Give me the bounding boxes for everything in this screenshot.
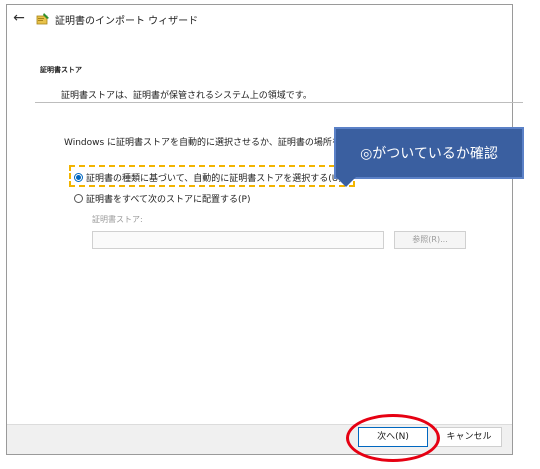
back-arrow-icon[interactable]: ← bbox=[11, 10, 27, 26]
section-heading: 証明書ストア bbox=[40, 66, 82, 74]
red-circle-annotation bbox=[346, 414, 440, 462]
store-label: 証明書ストア: bbox=[92, 215, 143, 224]
browse-button[interactable]: 参照(R)... bbox=[394, 231, 466, 249]
store-input[interactable] bbox=[92, 231, 384, 249]
radio-unselected-icon[interactable] bbox=[74, 194, 83, 203]
instruction-text: Windows に証明書ストアを自動的に選択させるか、証明書の場所を指定してくだ… bbox=[64, 138, 334, 148]
title-bar: ← 証明書のインポート ウィザード bbox=[7, 5, 512, 33]
section-description: 証明書ストアは、証明書が保管されるシステム上の領域です。 bbox=[61, 91, 312, 101]
highlight-box bbox=[69, 165, 355, 187]
radio-place-all-label: 証明書をすべて次のストアに配置する(P) bbox=[86, 195, 251, 205]
window-title: 証明書のインポート ウィザード bbox=[55, 16, 199, 27]
certificate-wizard-icon bbox=[36, 13, 49, 25]
divider bbox=[35, 102, 523, 103]
wizard-window: ← 証明書のインポート ウィザード bbox=[6, 4, 513, 455]
callout-tail bbox=[336, 177, 356, 187]
callout-annotation: ◎がついているか確認 bbox=[334, 127, 524, 179]
radio-place-all[interactable]: 証明書をすべて次のストアに配置する(P) bbox=[74, 192, 250, 205]
callout-text: ◎がついているか確認 bbox=[360, 146, 498, 162]
cancel-button[interactable]: キャンセル bbox=[436, 427, 502, 447]
